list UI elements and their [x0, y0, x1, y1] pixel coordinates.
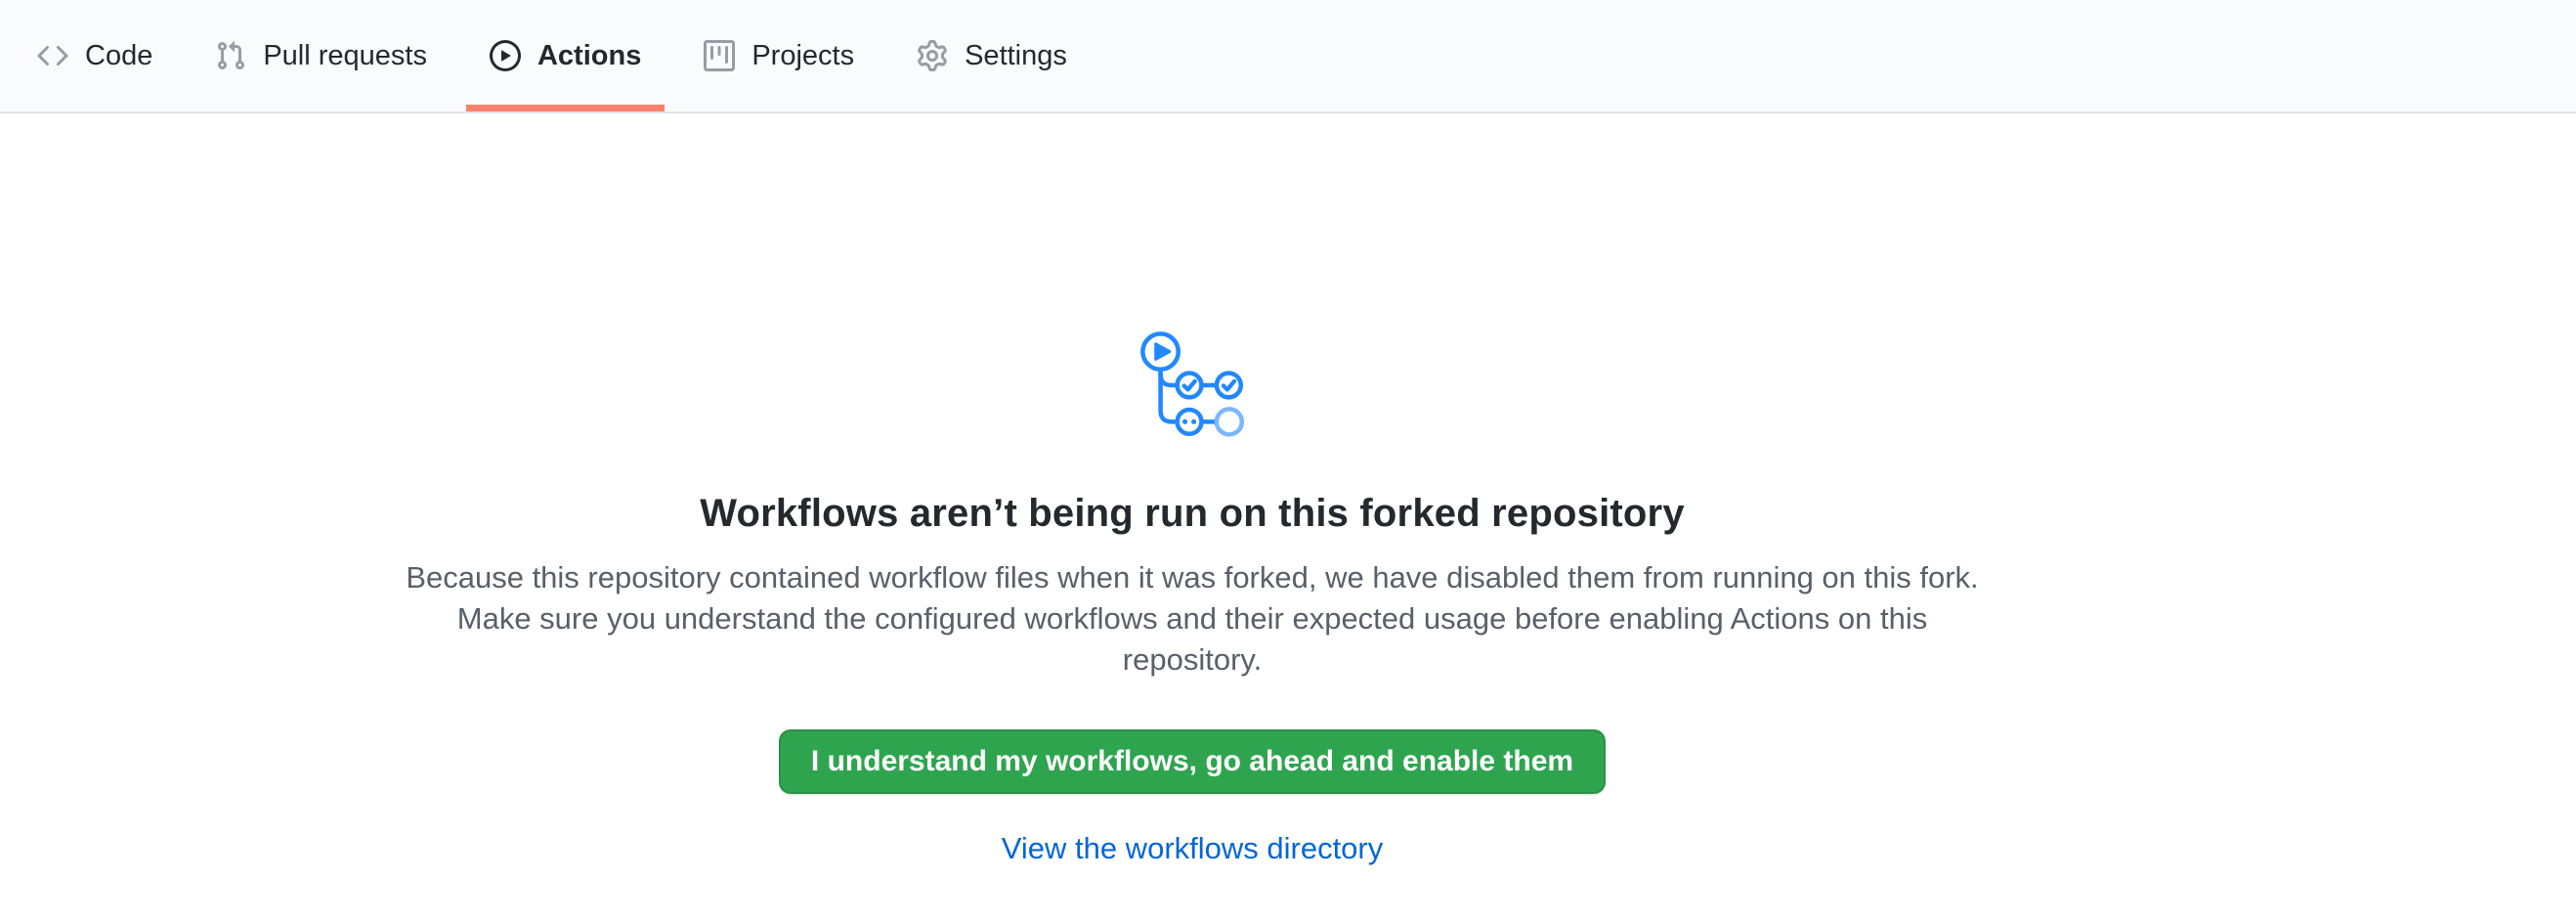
tab-code[interactable]: Code	[14, 0, 176, 111]
tab-projects-label: Projects	[751, 42, 854, 70]
play-circle-icon	[490, 40, 521, 71]
workflow-graph-icon	[1135, 329, 1250, 442]
tab-actions-label: Actions	[537, 42, 641, 70]
tab-pull-requests[interactable]: Pull requests	[192, 0, 451, 111]
blankslate-title: Workflows aren’t being run on this forke…	[391, 492, 1994, 536]
repo-tab-nav: Code Pull requests Actions Projects Sett	[0, 0, 2576, 113]
code-icon	[37, 40, 68, 71]
gear-icon	[917, 40, 948, 71]
tab-code-label: Code	[85, 42, 152, 70]
git-pull-request-icon	[215, 40, 246, 71]
tab-settings-label: Settings	[965, 42, 1067, 70]
blankslate-description: Because this repository contained workfl…	[401, 557, 1984, 681]
enable-workflows-button[interactable]: I understand my workflows, go ahead and …	[779, 729, 1606, 794]
tab-projects[interactable]: Projects	[680, 0, 878, 111]
tab-pull-requests-label: Pull requests	[263, 42, 427, 70]
button-row: I understand my workflows, go ahead and …	[391, 681, 1994, 794]
project-board-icon	[704, 40, 735, 71]
tab-settings[interactable]: Settings	[893, 0, 1091, 111]
blankslate: Workflows aren’t being run on this forke…	[391, 113, 1994, 866]
repo-tabs: Code Pull requests Actions Projects Sett	[6, 0, 1098, 111]
actions-disabled-page: Workflows aren’t being run on this forke…	[0, 113, 2576, 866]
link-row: View the workflows directory	[391, 831, 1994, 866]
view-workflows-directory-link[interactable]: View the workflows directory	[1002, 831, 1384, 865]
tab-actions[interactable]: Actions	[466, 0, 665, 111]
